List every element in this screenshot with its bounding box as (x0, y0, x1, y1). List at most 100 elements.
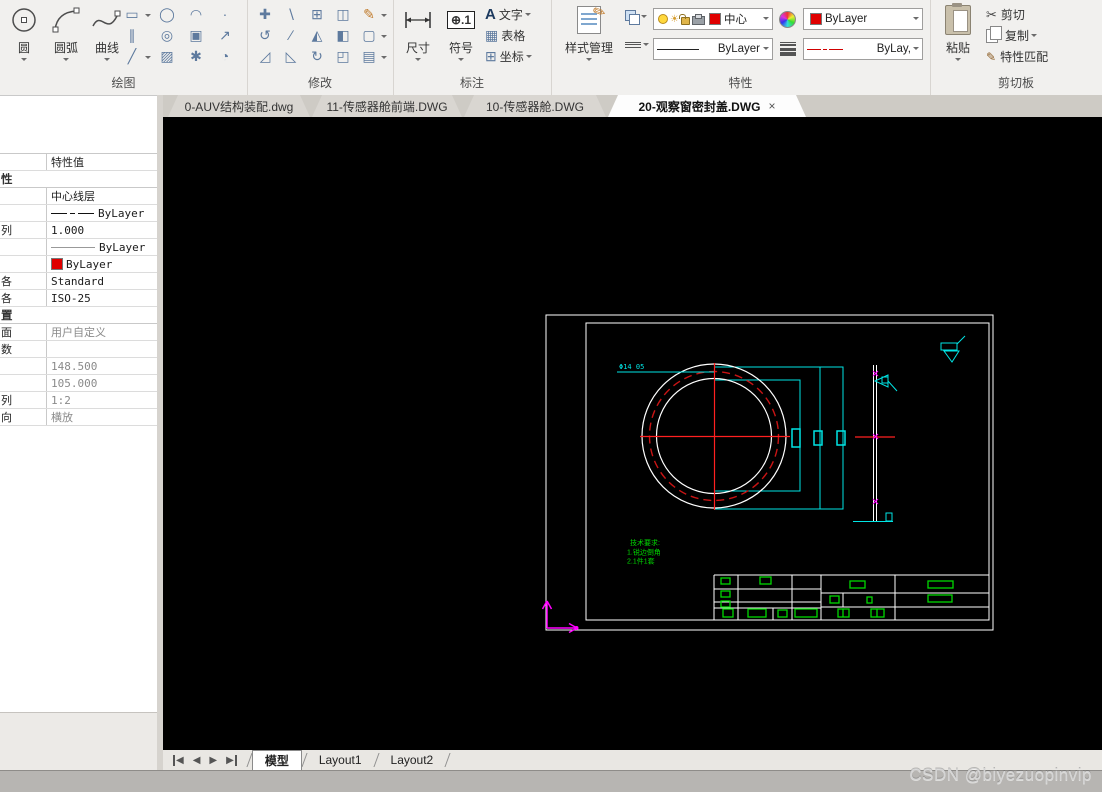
layer-select[interactable]: ☀ 中心 (653, 8, 773, 30)
stretch-tool-icon[interactable]: ◫ (333, 5, 353, 23)
circle-button[interactable]: 圆 (6, 3, 42, 64)
mirror-tool-icon[interactable]: ◭ (307, 26, 327, 44)
move-tool-icon[interactable]: ✚ (255, 5, 275, 23)
chevron-down-icon[interactable] (381, 14, 387, 20)
hatch-tool-icon[interactable]: ▨ (157, 47, 177, 65)
prop-row-dim-style[interactable]: 各 ISO-25 (0, 290, 157, 307)
style-manager-button[interactable]: ✎ 样式管理 (559, 2, 619, 64)
chevron-down-icon[interactable] (381, 35, 387, 41)
symbol-button[interactable]: ⊕.1 符号 (442, 3, 480, 64)
chevron-down-icon[interactable] (524, 12, 531, 19)
rectangle-tool-icon[interactable]: ▭ (122, 5, 142, 23)
offset-tool-icon[interactable]: ∕ (281, 26, 301, 44)
chevron-down-icon[interactable] (763, 17, 769, 23)
donut-tool-icon[interactable]: ◎ (157, 26, 177, 44)
scale-tool-icon[interactable]: ◿ (255, 47, 275, 65)
chevron-down-icon[interactable] (763, 47, 769, 53)
rotate-copy-tool-icon[interactable]: ↻ (307, 47, 327, 65)
linetype-manager-button[interactable] (625, 40, 649, 49)
ellipse-tool-icon[interactable]: ◯ (157, 5, 177, 23)
prop-row-lineweight[interactable]: ByLayer (0, 239, 157, 256)
chevron-down-icon[interactable] (913, 17, 919, 23)
tab-layout1[interactable]: Layout1 (307, 752, 374, 768)
prop-row-height[interactable]: 105.000 (0, 375, 157, 392)
chevron-down-icon[interactable] (145, 14, 151, 20)
prop-row-linetype[interactable]: ByLayer (0, 205, 157, 222)
prop-row-paper[interactable]: 面 用户自定义 (0, 324, 157, 341)
ucs-icon (541, 600, 579, 634)
prop-row-text-style[interactable]: 各 Standard (0, 273, 157, 290)
prop-row-color[interactable]: ByLayer (0, 256, 157, 273)
chevron-down-icon[interactable] (63, 58, 69, 64)
linetype-select[interactable]: ByLayer (653, 38, 773, 60)
layer-manager-button[interactable] (625, 10, 647, 25)
layer-plot-icon[interactable] (691, 14, 705, 25)
spline-button[interactable]: 曲线 (88, 3, 126, 64)
tab-layout2[interactable]: Layout2 (379, 752, 446, 768)
layer-lock-icon[interactable] (678, 13, 690, 25)
chevron-down-icon[interactable] (458, 58, 464, 64)
rotate-tool-icon[interactable]: ↺ (255, 26, 275, 44)
last-tab-icon[interactable]: ▶ (226, 754, 237, 766)
tab-model[interactable]: 模型 (251, 750, 302, 770)
chevron-down-icon[interactable] (104, 58, 110, 64)
hatch-edit-tool-icon[interactable]: ▤ (359, 47, 379, 65)
chevron-down-icon[interactable] (381, 56, 387, 62)
chevron-down-icon[interactable] (145, 56, 151, 62)
layer-freeze-icon[interactable]: ☀ (670, 14, 679, 25)
arc3-tool-icon[interactable]: ◠ (186, 5, 206, 23)
doc-tab-window-cover[interactable]: 20-观察窗密封盖.DWG × (608, 95, 806, 117)
chevron-down-icon[interactable] (643, 42, 649, 49)
drawing-canvas[interactable]: Φ14 05 技术要求: 1.锐边倒角 2.1件1套 (163, 117, 1102, 750)
region-tool-icon[interactable]: ✱ (186, 47, 206, 65)
cut-button[interactable]: ✂ 剪切 (986, 6, 1025, 23)
first-tab-icon[interactable]: ◀ (173, 754, 184, 766)
prop-row-orientation[interactable]: 向 横放 (0, 409, 157, 426)
chevron-down-icon[interactable] (525, 54, 532, 61)
chamfer-tool-icon[interactable]: ◺ (281, 47, 301, 65)
linetype2-select[interactable]: ByLay, (803, 38, 923, 60)
chevron-down-icon[interactable] (1031, 33, 1038, 40)
prop-row-linetype-scale[interactable]: 列 1.000 (0, 222, 157, 239)
close-icon[interactable]: × (769, 99, 776, 113)
edit-polyline-tool-icon[interactable]: ✎ (359, 5, 379, 23)
arc-button[interactable]: 圆弧 (46, 3, 86, 64)
prop-row-layer[interactable]: 中心线层 (0, 188, 157, 205)
prev-tab-icon[interactable]: ◀ (193, 755, 201, 766)
multiline-tool-icon[interactable]: ∥ (122, 26, 142, 44)
chevron-down-icon[interactable] (913, 47, 919, 53)
wipeout-tool-icon[interactable]: ◔ (215, 47, 235, 65)
paste-button[interactable]: 粘贴 (938, 3, 978, 64)
lineweight-icon[interactable] (780, 40, 796, 58)
color-select[interactable]: ByLayer (803, 8, 923, 30)
box-3d-tool-icon[interactable]: ◰ (333, 47, 353, 65)
prop-row-blank[interactable]: 数 (0, 341, 157, 358)
select-window-tool-icon[interactable]: ▢ (359, 26, 379, 44)
coordinate-button[interactable]: ⊞ 坐标 (485, 48, 532, 65)
block-tool-icon[interactable]: ▣ (186, 26, 206, 44)
chevron-down-icon[interactable] (21, 58, 27, 64)
chevron-down-icon[interactable] (586, 58, 592, 64)
point-tool-icon[interactable]: · (215, 5, 235, 23)
prop-row-width[interactable]: 148.500 (0, 358, 157, 375)
doc-tab-sensor-cabin[interactable]: 10-传感器舱.DWG (464, 95, 606, 117)
chevron-down-icon[interactable] (955, 58, 961, 64)
trim-tool-icon[interactable]: ∖ (281, 5, 301, 23)
table-button[interactable]: ▦ 表格 (485, 27, 525, 44)
match-properties-button[interactable]: ✎ 特性匹配 (986, 48, 1048, 65)
array-tool-icon[interactable]: ⊞ (307, 5, 327, 23)
ray-tool-icon[interactable]: ↗ (215, 26, 235, 44)
chevron-down-icon[interactable] (641, 15, 647, 21)
chevron-down-icon[interactable] (415, 58, 421, 64)
line-tool-icon[interactable]: ╱ (122, 47, 142, 65)
doc-tab-auv-assembly[interactable]: 0-AUV结构装配.dwg (168, 95, 310, 117)
layer-on-icon[interactable] (658, 14, 668, 24)
prop-row-scale[interactable]: 列 1:2 (0, 392, 157, 409)
copy-button[interactable]: 复制 (986, 25, 1038, 44)
next-tab-icon[interactable]: ▶ (209, 755, 217, 766)
color-wheel-icon[interactable] (779, 11, 796, 28)
union-tool-icon[interactable]: ◧ (333, 26, 353, 44)
doc-tab-sensor-front[interactable]: 11-传感器舱前端.DWG (312, 95, 462, 117)
dimension-button[interactable]: 尺寸 (400, 3, 436, 64)
text-button[interactable]: A 文字 (485, 6, 531, 23)
